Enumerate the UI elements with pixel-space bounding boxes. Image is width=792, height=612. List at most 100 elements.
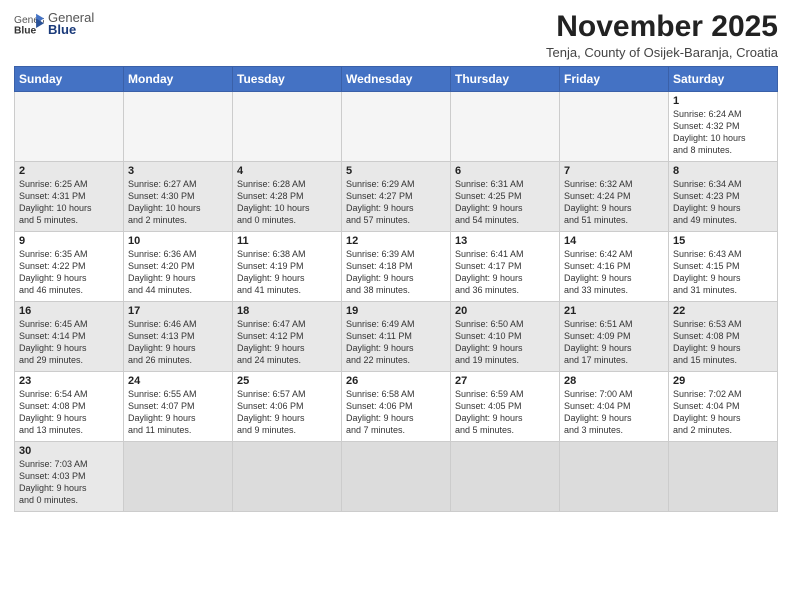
- calendar-cell: 15Sunrise: 6:43 AMSunset: 4:15 PMDayligh…: [669, 232, 778, 302]
- header: General Blue General Blue November 2025 …: [14, 10, 778, 60]
- col-tuesday: Tuesday: [233, 67, 342, 92]
- calendar-cell: 14Sunrise: 6:42 AMSunset: 4:16 PMDayligh…: [560, 232, 669, 302]
- day-info: Sunrise: 6:42 AMSunset: 4:16 PMDaylight:…: [564, 248, 664, 297]
- calendar-cell: 20Sunrise: 6:50 AMSunset: 4:10 PMDayligh…: [451, 302, 560, 372]
- calendar-cell: 11Sunrise: 6:38 AMSunset: 4:19 PMDayligh…: [233, 232, 342, 302]
- calendar-cell: 3Sunrise: 6:27 AMSunset: 4:30 PMDaylight…: [124, 162, 233, 232]
- day-number: 30: [19, 445, 119, 457]
- col-wednesday: Wednesday: [342, 67, 451, 92]
- calendar-week-row: 2Sunrise: 6:25 AMSunset: 4:31 PMDaylight…: [15, 162, 778, 232]
- day-info: Sunrise: 7:00 AMSunset: 4:04 PMDaylight:…: [564, 388, 664, 437]
- calendar-cell: [342, 442, 451, 512]
- calendar-week-row: 1Sunrise: 6:24 AMSunset: 4:32 PMDaylight…: [15, 92, 778, 162]
- day-number: 6: [455, 165, 555, 177]
- calendar-cell: 17Sunrise: 6:46 AMSunset: 4:13 PMDayligh…: [124, 302, 233, 372]
- calendar-cell: [669, 442, 778, 512]
- calendar-cell: 2Sunrise: 6:25 AMSunset: 4:31 PMDaylight…: [15, 162, 124, 232]
- calendar-cell: [342, 92, 451, 162]
- day-number: 2: [19, 165, 119, 177]
- day-number: 4: [237, 165, 337, 177]
- day-number: 1: [673, 95, 773, 107]
- day-info: Sunrise: 7:03 AMSunset: 4:03 PMDaylight:…: [19, 458, 119, 507]
- location: Tenja, County of Osijek-Baranja, Croatia: [546, 45, 778, 60]
- day-info: Sunrise: 6:27 AMSunset: 4:30 PMDaylight:…: [128, 178, 228, 227]
- day-info: Sunrise: 6:50 AMSunset: 4:10 PMDaylight:…: [455, 318, 555, 367]
- day-info: Sunrise: 6:46 AMSunset: 4:13 PMDaylight:…: [128, 318, 228, 367]
- day-number: 26: [346, 375, 446, 387]
- calendar-cell: 6Sunrise: 6:31 AMSunset: 4:25 PMDaylight…: [451, 162, 560, 232]
- day-info: Sunrise: 6:43 AMSunset: 4:15 PMDaylight:…: [673, 248, 773, 297]
- day-info: Sunrise: 6:53 AMSunset: 4:08 PMDaylight:…: [673, 318, 773, 367]
- day-info: Sunrise: 6:41 AMSunset: 4:17 PMDaylight:…: [455, 248, 555, 297]
- day-number: 8: [673, 165, 773, 177]
- calendar-cell: 21Sunrise: 6:51 AMSunset: 4:09 PMDayligh…: [560, 302, 669, 372]
- day-number: 22: [673, 305, 773, 317]
- day-number: 12: [346, 235, 446, 247]
- calendar-week-row: 23Sunrise: 6:54 AMSunset: 4:08 PMDayligh…: [15, 372, 778, 442]
- day-number: 18: [237, 305, 337, 317]
- col-saturday: Saturday: [669, 67, 778, 92]
- day-info: Sunrise: 7:02 AMSunset: 4:04 PMDaylight:…: [673, 388, 773, 437]
- calendar-cell: 12Sunrise: 6:39 AMSunset: 4:18 PMDayligh…: [342, 232, 451, 302]
- calendar-cell: 27Sunrise: 6:59 AMSunset: 4:05 PMDayligh…: [451, 372, 560, 442]
- svg-text:Blue: Blue: [14, 25, 37, 36]
- calendar-cell: 25Sunrise: 6:57 AMSunset: 4:06 PMDayligh…: [233, 372, 342, 442]
- day-info: Sunrise: 6:34 AMSunset: 4:23 PMDaylight:…: [673, 178, 773, 227]
- day-number: 7: [564, 165, 664, 177]
- calendar-cell: [451, 442, 560, 512]
- day-number: 9: [19, 235, 119, 247]
- day-number: 20: [455, 305, 555, 317]
- day-info: Sunrise: 6:31 AMSunset: 4:25 PMDaylight:…: [455, 178, 555, 227]
- day-info: Sunrise: 6:49 AMSunset: 4:11 PMDaylight:…: [346, 318, 446, 367]
- logo: General Blue General Blue: [14, 10, 94, 37]
- day-info: Sunrise: 6:35 AMSunset: 4:22 PMDaylight:…: [19, 248, 119, 297]
- calendar-cell: 28Sunrise: 7:00 AMSunset: 4:04 PMDayligh…: [560, 372, 669, 442]
- day-info: Sunrise: 6:54 AMSunset: 4:08 PMDaylight:…: [19, 388, 119, 437]
- calendar-cell: 23Sunrise: 6:54 AMSunset: 4:08 PMDayligh…: [15, 372, 124, 442]
- calendar-week-row: 16Sunrise: 6:45 AMSunset: 4:14 PMDayligh…: [15, 302, 778, 372]
- calendar-cell: 18Sunrise: 6:47 AMSunset: 4:12 PMDayligh…: [233, 302, 342, 372]
- day-number: 10: [128, 235, 228, 247]
- day-info: Sunrise: 6:55 AMSunset: 4:07 PMDaylight:…: [128, 388, 228, 437]
- day-info: Sunrise: 6:36 AMSunset: 4:20 PMDaylight:…: [128, 248, 228, 297]
- calendar-cell: 8Sunrise: 6:34 AMSunset: 4:23 PMDaylight…: [669, 162, 778, 232]
- calendar-cell: 9Sunrise: 6:35 AMSunset: 4:22 PMDaylight…: [15, 232, 124, 302]
- day-info: Sunrise: 6:24 AMSunset: 4:32 PMDaylight:…: [673, 108, 773, 157]
- col-monday: Monday: [124, 67, 233, 92]
- day-info: Sunrise: 6:38 AMSunset: 4:19 PMDaylight:…: [237, 248, 337, 297]
- day-info: Sunrise: 6:25 AMSunset: 4:31 PMDaylight:…: [19, 178, 119, 227]
- month-title: November 2025: [546, 10, 778, 43]
- calendar-cell: [233, 442, 342, 512]
- day-info: Sunrise: 6:58 AMSunset: 4:06 PMDaylight:…: [346, 388, 446, 437]
- day-number: 25: [237, 375, 337, 387]
- day-number: 14: [564, 235, 664, 247]
- calendar-cell: [451, 92, 560, 162]
- calendar-cell: 30Sunrise: 7:03 AMSunset: 4:03 PMDayligh…: [15, 442, 124, 512]
- day-number: 13: [455, 235, 555, 247]
- col-sunday: Sunday: [15, 67, 124, 92]
- day-number: 3: [128, 165, 228, 177]
- day-info: Sunrise: 6:29 AMSunset: 4:27 PMDaylight:…: [346, 178, 446, 227]
- calendar-cell: 19Sunrise: 6:49 AMSunset: 4:11 PMDayligh…: [342, 302, 451, 372]
- calendar-cell: [124, 442, 233, 512]
- calendar-cell: 13Sunrise: 6:41 AMSunset: 4:17 PMDayligh…: [451, 232, 560, 302]
- day-number: 11: [237, 235, 337, 247]
- calendar-cell: 26Sunrise: 6:58 AMSunset: 4:06 PMDayligh…: [342, 372, 451, 442]
- title-block: November 2025 Tenja, County of Osijek-Ba…: [546, 10, 778, 60]
- calendar-cell: [560, 92, 669, 162]
- calendar-cell: 29Sunrise: 7:02 AMSunset: 4:04 PMDayligh…: [669, 372, 778, 442]
- calendar-cell: 10Sunrise: 6:36 AMSunset: 4:20 PMDayligh…: [124, 232, 233, 302]
- calendar-cell: 5Sunrise: 6:29 AMSunset: 4:27 PMDaylight…: [342, 162, 451, 232]
- day-number: 21: [564, 305, 664, 317]
- calendar-week-row: 30Sunrise: 7:03 AMSunset: 4:03 PMDayligh…: [15, 442, 778, 512]
- day-number: 16: [19, 305, 119, 317]
- day-info: Sunrise: 6:39 AMSunset: 4:18 PMDaylight:…: [346, 248, 446, 297]
- day-number: 24: [128, 375, 228, 387]
- calendar-header-row: Sunday Monday Tuesday Wednesday Thursday…: [15, 67, 778, 92]
- day-info: Sunrise: 6:45 AMSunset: 4:14 PMDaylight:…: [19, 318, 119, 367]
- day-number: 15: [673, 235, 773, 247]
- day-number: 23: [19, 375, 119, 387]
- day-info: Sunrise: 6:57 AMSunset: 4:06 PMDaylight:…: [237, 388, 337, 437]
- col-friday: Friday: [560, 67, 669, 92]
- calendar-cell: [233, 92, 342, 162]
